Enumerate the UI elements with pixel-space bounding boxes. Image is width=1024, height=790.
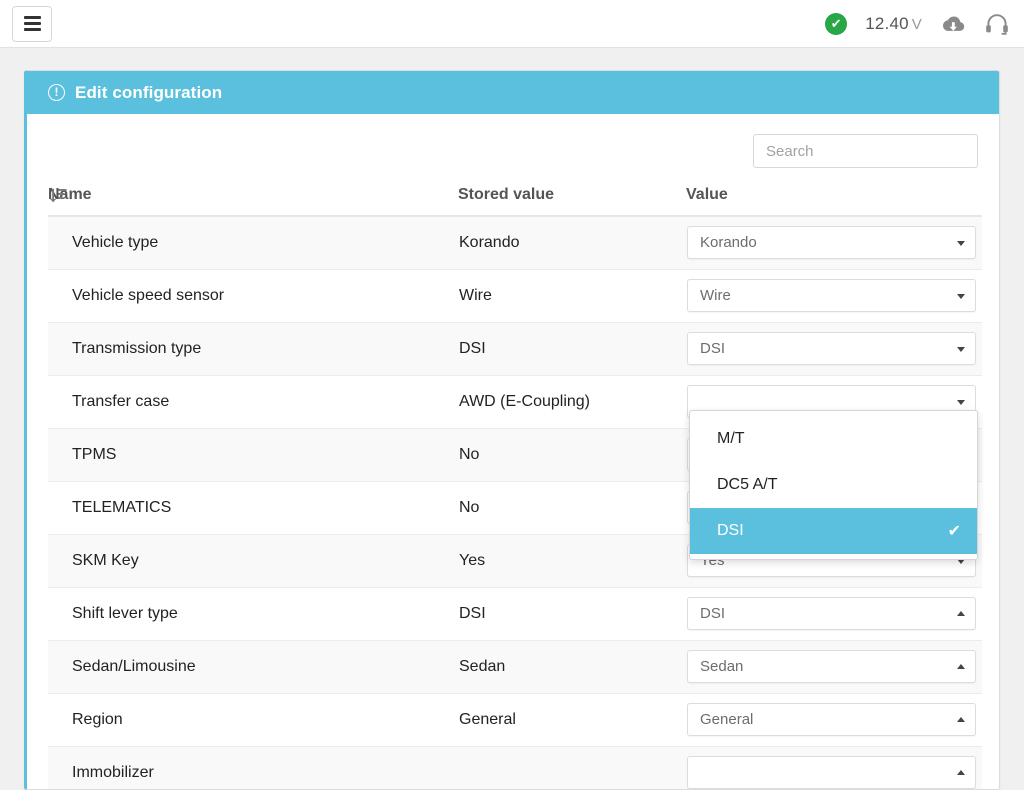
- panel-body: Name Stored value Value Vehicle typeKora…: [27, 114, 999, 790]
- cell-name: SKM Key: [48, 534, 458, 587]
- cell-value: General: [686, 693, 982, 746]
- status-group: ✔ 12.40V: [825, 12, 1010, 36]
- cell-stored-value: AWD (E-Coupling): [458, 375, 686, 428]
- value-select[interactable]: General: [687, 703, 976, 736]
- edit-configuration-panel: ! Edit configuration: [24, 70, 1000, 790]
- hamburger-bar: [24, 22, 41, 25]
- sort-amount-icon[interactable]: [49, 188, 67, 203]
- cell-stored-value: Wire: [458, 269, 686, 322]
- dropdown-option[interactable]: M/T: [690, 416, 977, 462]
- cell-stored-value: General: [458, 693, 686, 746]
- cell-name: TPMS: [48, 428, 458, 481]
- chevron-down-icon: [957, 347, 965, 352]
- chevron-up-icon: [957, 611, 965, 616]
- value-select[interactable]: Wire: [687, 279, 976, 312]
- cell-stored-value: DSI: [458, 587, 686, 640]
- table-row: Immobilizer: [48, 746, 982, 790]
- cell-stored-value: Korando: [458, 216, 686, 269]
- cell-name: Transfer case: [48, 375, 458, 428]
- chevron-down-icon: [957, 294, 965, 299]
- check-icon: ✔: [948, 521, 961, 541]
- table-row: Transmission typeDSIDSI: [48, 322, 982, 375]
- column-header-value-label: Value: [686, 186, 728, 203]
- value-select[interactable]: DSI: [687, 597, 976, 630]
- chevron-up-icon: [957, 664, 965, 669]
- transmission-type-dropdown-menu[interactable]: M/T DC5 A/T DSI ✔: [689, 410, 978, 560]
- cell-value: Korando: [686, 216, 982, 269]
- cell-stored-value: [458, 746, 686, 790]
- dropdown-option-label: DSI: [717, 522, 744, 540]
- value-select[interactable]: Korando: [687, 226, 976, 259]
- chevron-up-icon: [957, 717, 965, 722]
- value-select-label: DSI: [700, 340, 725, 357]
- top-bar: ✔ 12.40V: [0, 0, 1024, 48]
- cell-value: DSI: [686, 587, 982, 640]
- value-select-label: Wire: [700, 287, 731, 304]
- table-row: Vehicle speed sensorWireWire: [48, 269, 982, 322]
- page-title: Edit configuration: [75, 83, 222, 103]
- search-row: [48, 114, 978, 178]
- menu-toggle-button[interactable]: [12, 6, 52, 42]
- cell-name: Sedan/Limousine: [48, 640, 458, 693]
- chevron-down-icon: [957, 400, 965, 405]
- cell-stored-value: DSI: [458, 322, 686, 375]
- chevron-down-icon: [957, 241, 965, 246]
- table-row: Shift lever typeDSIDSI: [48, 587, 982, 640]
- cell-value: Sedan: [686, 640, 982, 693]
- dropdown-option-label: M/T: [717, 430, 745, 448]
- voltage-unit: V: [912, 16, 922, 33]
- headset-icon[interactable]: [984, 12, 1010, 36]
- panel-header: ! Edit configuration: [27, 71, 999, 114]
- dropdown-option[interactable]: DC5 A/T: [690, 462, 977, 508]
- cell-name: Immobilizer: [48, 746, 458, 790]
- table-row: Vehicle typeKorandoKorando: [48, 216, 982, 269]
- value-select-label: DSI: [700, 605, 725, 622]
- table-header-row: Name Stored value Value: [48, 178, 982, 216]
- voltage-readout: 12.40V: [865, 14, 922, 34]
- cell-value: DSI: [686, 322, 982, 375]
- value-select[interactable]: Sedan: [687, 650, 976, 683]
- cell-name: Vehicle speed sensor: [48, 269, 458, 322]
- value-select-label: General: [700, 711, 753, 728]
- connection-ok-icon: ✔: [825, 13, 847, 35]
- table-row: RegionGeneralGeneral: [48, 693, 982, 746]
- column-header-stored-label: Stored value: [458, 186, 554, 203]
- exclamation-circle-icon: !: [48, 84, 65, 101]
- cell-name: Region: [48, 693, 458, 746]
- exclamation-glyph: !: [55, 86, 59, 98]
- voltage-value: 12.40: [865, 14, 909, 33]
- value-select-label: Sedan: [700, 658, 743, 675]
- value-select-label: Korando: [700, 234, 757, 251]
- hamburger-bar: [24, 16, 41, 19]
- cell-name: Shift lever type: [48, 587, 458, 640]
- column-header-value[interactable]: Value: [686, 178, 982, 216]
- search-input[interactable]: [753, 134, 978, 168]
- column-header-stored-value[interactable]: Stored value: [458, 178, 686, 216]
- cell-value: Wire: [686, 269, 982, 322]
- hamburger-bar: [24, 28, 41, 31]
- cloud-download-icon[interactable]: [940, 14, 966, 34]
- cell-stored-value: Yes: [458, 534, 686, 587]
- cell-value: [686, 746, 982, 790]
- cell-stored-value: No: [458, 481, 686, 534]
- table-head: Name Stored value Value: [48, 178, 982, 216]
- cell-name: Vehicle type: [48, 216, 458, 269]
- dropdown-option-label: DC5 A/T: [717, 476, 777, 494]
- value-select[interactable]: [687, 756, 976, 789]
- cell-name: Transmission type: [48, 322, 458, 375]
- column-header-name[interactable]: Name: [48, 178, 458, 216]
- chevron-up-icon: [957, 770, 965, 775]
- dropdown-option[interactable]: DSI ✔: [690, 508, 977, 554]
- cell-stored-value: No: [458, 428, 686, 481]
- cell-name: TELEMATICS: [48, 481, 458, 534]
- check-glyph: ✔: [831, 17, 842, 30]
- table-row: Sedan/LimousineSedanSedan: [48, 640, 982, 693]
- cell-stored-value: Sedan: [458, 640, 686, 693]
- value-select[interactable]: DSI: [687, 332, 976, 365]
